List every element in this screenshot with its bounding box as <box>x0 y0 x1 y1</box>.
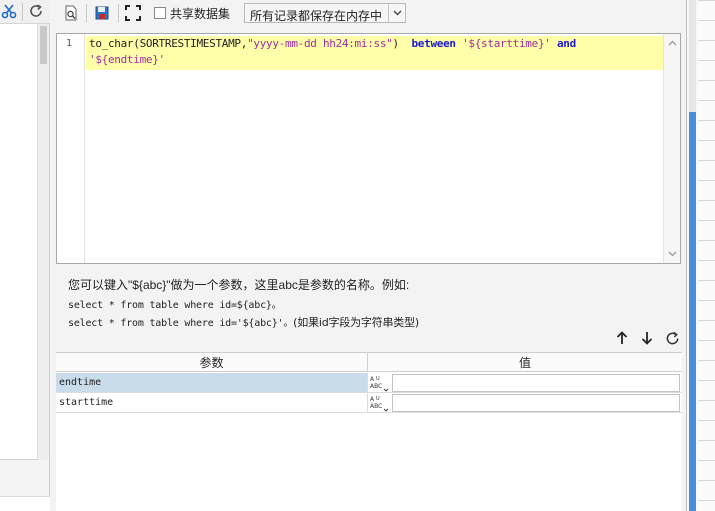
code-param-endtime: '${endtime}' <box>89 53 165 66</box>
code-keyword-and: and <box>556 37 576 50</box>
line-number: 1 <box>66 38 73 49</box>
left-scrollbar-thumb[interactable] <box>40 26 47 64</box>
preview-icon[interactable] <box>62 4 80 22</box>
left-scrollbar[interactable] <box>38 24 49 460</box>
code-string-token: "yyyy-mm-dd hh24:mi:ss" <box>247 37 393 50</box>
fullscreen-icon[interactable] <box>124 4 142 22</box>
code-paren-token: ) <box>392 37 400 50</box>
toolbar-separator <box>118 4 119 22</box>
svg-text:U: U <box>376 376 380 382</box>
scroll-up-icon[interactable] <box>664 35 680 51</box>
hint-line-2: select * from table where id=${abc}。 <box>68 300 282 311</box>
table-row[interactable]: starttime A U ABC <box>56 393 682 413</box>
storage-mode-value: 所有记录都保存在内存中 <box>250 9 383 23</box>
move-down-icon[interactable] <box>639 329 655 347</box>
editor-scrollbar[interactable] <box>663 34 680 263</box>
code-line-2: '${endtime}' <box>89 53 165 66</box>
parameter-table: 参数 值 endtime A U ABC starttime A U ABC <box>56 352 682 511</box>
svg-text:A: A <box>370 396 375 403</box>
left-panel <box>0 0 50 511</box>
left-bottom-panel <box>0 496 50 511</box>
svg-text:U: U <box>376 396 380 402</box>
hint-line-3-note: (如果id字段为字符串类型) <box>293 316 419 329</box>
svg-text:ABC: ABC <box>370 383 382 390</box>
column-header-value[interactable]: 值 <box>368 353 682 372</box>
param-value-input[interactable] <box>392 374 680 392</box>
cut-icon[interactable] <box>0 2 18 20</box>
table-row[interactable]: endtime A U ABC <box>56 373 682 393</box>
chevron-down-icon[interactable] <box>388 4 405 22</box>
right-scrollbar[interactable] <box>689 0 696 511</box>
share-dataset-checkbox[interactable] <box>154 7 166 19</box>
code-line-1: to_char(SORTRESTIMESTAMP,"yyyy-mm-dd hh2… <box>89 37 576 50</box>
code-keyword-between: between <box>411 37 456 50</box>
code-area[interactable]: to_char(SORTRESTIMESTAMP,"yyyy-mm-dd hh2… <box>86 34 664 263</box>
save-icon[interactable] <box>93 4 111 22</box>
storage-mode-select[interactable]: 所有记录都保存在内存中 <box>244 3 406 23</box>
toolbar-separator <box>86 4 87 22</box>
svg-text:ABC: ABC <box>370 403 382 410</box>
code-param-starttime: '${starttime}' <box>462 37 551 50</box>
line-number-gutter: 1 <box>57 34 85 263</box>
column-header-parameter[interactable]: 参数 <box>56 353 368 372</box>
refresh-params-icon[interactable] <box>664 329 680 347</box>
hint-line-3-code: select * from table where id='${abc}'。 <box>68 318 294 329</box>
hint-line-3: select * from table where id='${abc}'。(如… <box>68 314 668 330</box>
hint-line-1: 您可以键入"${abc}"做为一个参数，这里abc是参数的名称。例如: <box>68 278 410 292</box>
svg-text:A: A <box>370 376 375 383</box>
right-panel <box>686 0 715 511</box>
toolbar-separator <box>22 3 23 21</box>
param-value-input[interactable] <box>392 394 680 412</box>
move-up-icon[interactable] <box>614 329 630 347</box>
refresh-icon[interactable] <box>26 2 46 20</box>
sql-dataset-editor: 共享数据集 所有记录都保存在内存中 1 to_char(SORTRESTIMES… <box>50 0 686 511</box>
editor-toolbar: 共享数据集 所有记录都保存在内存中 <box>50 0 686 26</box>
code-function-token: to_char(SORTRESTIMESTAMP, <box>89 37 248 50</box>
left-tree-panel[interactable] <box>0 24 38 460</box>
string-type-icon[interactable]: A U ABC <box>369 374 391 392</box>
param-name-cell[interactable]: starttime <box>56 393 368 412</box>
left-toolbar <box>0 0 50 24</box>
right-scrollbar-thumb[interactable] <box>689 112 696 511</box>
sql-editor[interactable]: 1 to_char(SORTRESTIMESTAMP,"yyyy-mm-dd h… <box>56 33 681 264</box>
scroll-down-icon[interactable] <box>664 246 680 262</box>
string-type-icon[interactable]: A U ABC <box>369 394 391 412</box>
parameter-hint: 您可以键入"${abc}"做为一个参数，这里abc是参数的名称。例如: sele… <box>68 276 668 330</box>
share-dataset-label[interactable]: 共享数据集 <box>170 5 230 22</box>
param-name-cell[interactable]: endtime <box>56 373 368 392</box>
right-grid-preview <box>698 0 715 511</box>
